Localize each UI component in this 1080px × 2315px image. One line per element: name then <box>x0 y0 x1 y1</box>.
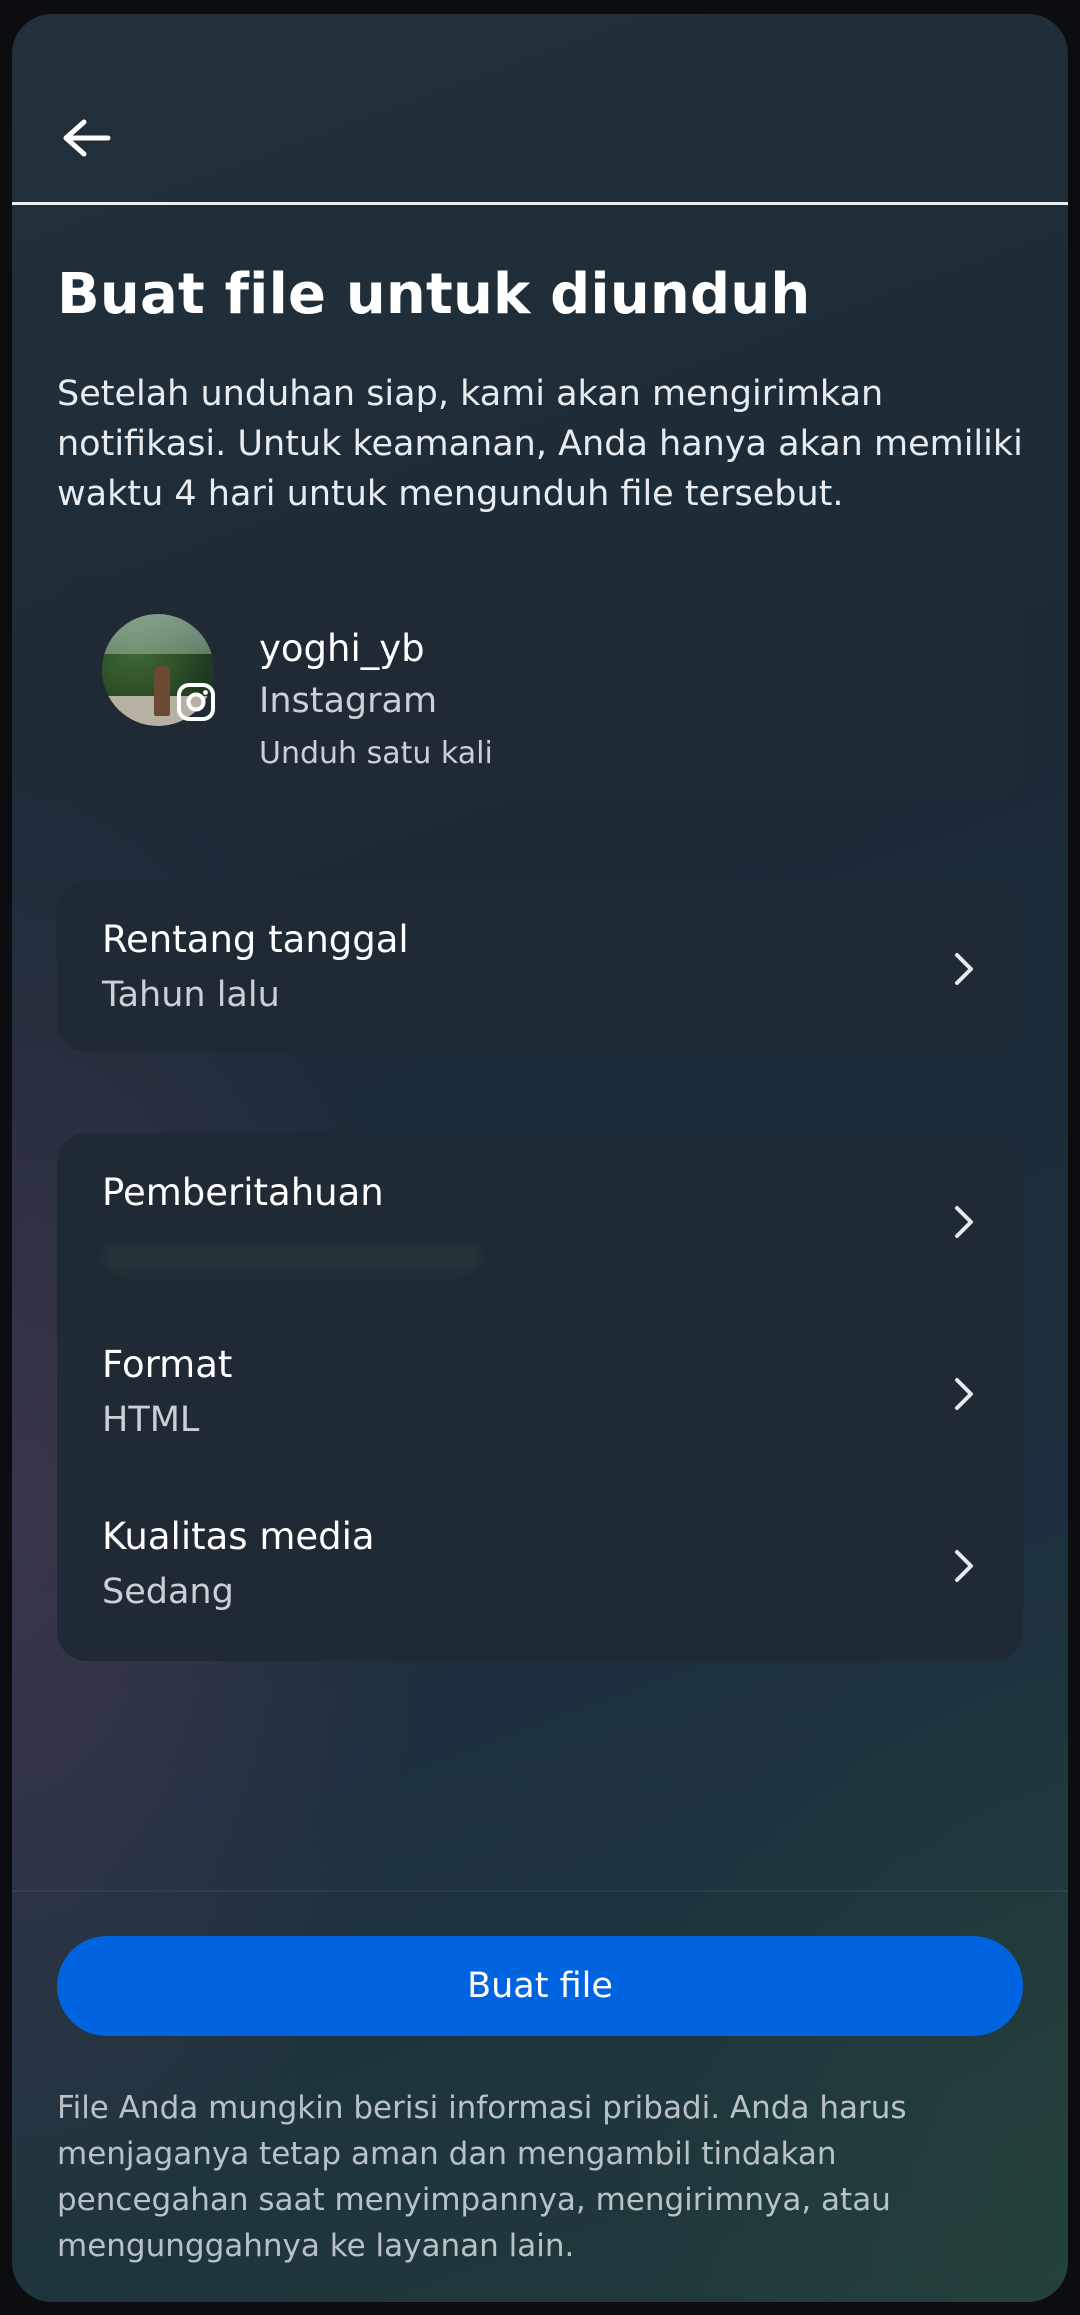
arrow-left-icon <box>63 119 111 157</box>
date-range-card: Rentang tanggal Tahun lalu <box>57 880 1023 1052</box>
account-card[interactable]: yoghi_yb Instagram Unduh satu kali <box>57 579 1023 801</box>
notifications-row[interactable]: Pemberitahuan <box>57 1133 1023 1305</box>
chevron-right-icon <box>955 1206 973 1238</box>
instagram-icon <box>177 683 215 721</box>
media-quality-value: Sedang <box>102 1572 234 1612</box>
options-card: Pemberitahuan Format HTML Kualitas media… <box>57 1133 1023 1661</box>
date-range-row[interactable]: Rentang tanggal Tahun lalu <box>57 880 1023 1052</box>
chevron-right-icon <box>955 1378 973 1410</box>
create-file-button[interactable]: Buat file <box>57 1936 1023 2036</box>
top-bar <box>12 14 1068 204</box>
date-range-value: Tahun lalu <box>102 975 280 1015</box>
notifications-value-redacted <box>102 1243 482 1273</box>
account-platform: Instagram <box>259 681 438 721</box>
media-quality-label: Kualitas media <box>102 1515 375 1558</box>
footer-divider <box>12 1890 1068 1892</box>
format-row[interactable]: Format HTML <box>57 1305 1023 1477</box>
back-button[interactable] <box>52 104 120 172</box>
media-quality-row[interactable]: Kualitas media Sedang <box>57 1477 1023 1649</box>
format-label: Format <box>102 1343 233 1386</box>
header-divider <box>12 202 1068 205</box>
format-value: HTML <box>102 1400 200 1440</box>
page-description: Setelah unduhan siap, kami akan mengirim… <box>57 374 1023 514</box>
chevron-right-icon <box>955 1550 973 1582</box>
privacy-disclaimer: File Anda mungkin berisi informasi priba… <box>57 2090 907 2264</box>
page-title: Buat file untuk diunduh <box>57 262 811 327</box>
chevron-right-icon <box>955 953 973 985</box>
download-sheet: Buat file untuk diunduh Setelah unduhan … <box>12 14 1068 2302</box>
account-username: yoghi_yb <box>259 627 425 670</box>
date-range-label: Rentang tanggal <box>102 918 409 961</box>
account-frequency: Unduh satu kali <box>259 736 493 771</box>
notifications-label: Pemberitahuan <box>102 1171 384 1214</box>
